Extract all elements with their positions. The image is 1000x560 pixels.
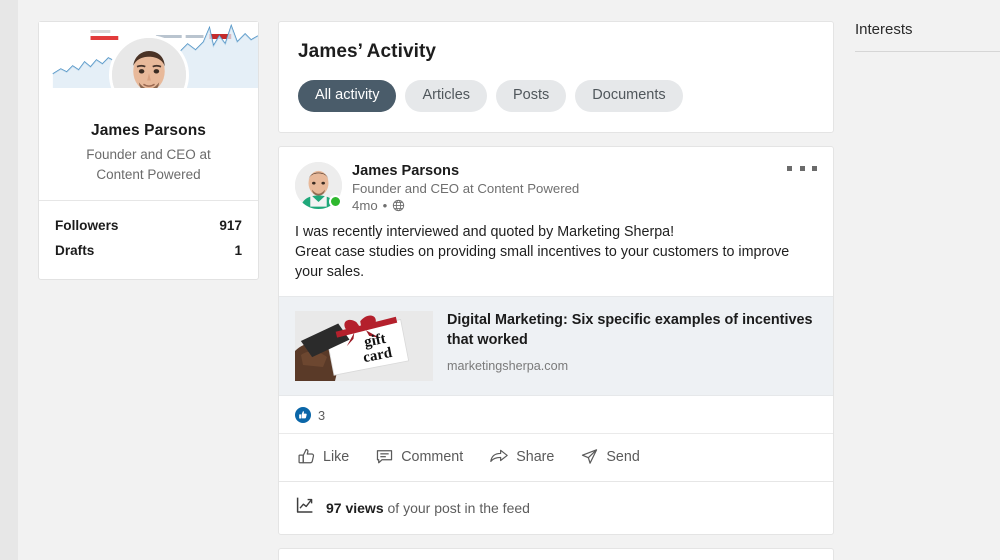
globe-icon	[392, 199, 405, 212]
online-status-indicator	[329, 194, 342, 208]
tab-documents[interactable]: Documents	[575, 80, 683, 112]
profile-card[interactable]: James Parsons Founder and CEO at Content…	[38, 21, 259, 281]
post-author-headline: Founder and CEO at Content Powered	[352, 180, 580, 196]
post-views-bar[interactable]: 97 views of your post in the feed	[279, 481, 833, 534]
send-button-label: Send	[606, 448, 640, 465]
activity-header-card: James’ Activity All activity Articles Po…	[278, 21, 834, 133]
stat-value: 1	[234, 243, 242, 259]
activity-filter-tabs: All activity Articles Posts Documents	[298, 80, 814, 112]
profile-headline-line1: Founder and CEO at	[86, 147, 211, 162]
profile-headline: Founder and CEO at Content Powered	[53, 145, 244, 184]
post-card: James Parsons Founder and CEO at Content…	[278, 145, 834, 536]
stat-value: 917	[219, 218, 242, 234]
link-preview-body: Digital Marketing: Six specific examples…	[433, 297, 833, 395]
post-body: I was recently interviewed and quoted by…	[279, 213, 833, 297]
user-avatar-photo-icon	[111, 38, 186, 88]
thumbs-up-icon	[297, 447, 316, 466]
post-header: James Parsons Founder and CEO at Content…	[279, 147, 833, 213]
stat-row-drafts[interactable]: Drafts 1	[55, 238, 242, 263]
post-body-line1: I was recently interviewed and quoted by…	[295, 223, 675, 240]
share-button[interactable]: Share	[487, 443, 556, 470]
ellipsis-icon-dot	[787, 166, 792, 171]
page-root: James Parsons Founder and CEO at Content…	[0, 0, 1000, 560]
send-paper-plane-icon	[580, 447, 599, 466]
interests-divider	[855, 51, 1000, 52]
stat-label: Drafts	[55, 243, 95, 259]
like-button-label: Like	[323, 448, 350, 465]
ellipsis-icon-dot	[812, 166, 817, 171]
page-title: James’ Activity	[298, 41, 437, 62]
comment-button[interactable]: Comment	[373, 443, 465, 470]
post-author-avatar[interactable]	[295, 161, 342, 209]
link-preview-title: Digital Marketing: Six specific examples…	[447, 312, 813, 348]
post-more-options-button[interactable]	[785, 159, 819, 179]
post-timestamp-row: 4mo •	[352, 198, 579, 213]
stat-label: Followers	[55, 218, 119, 234]
share-button-label: Share	[516, 448, 555, 465]
comment-icon	[375, 447, 394, 466]
post-views-count: 97 views	[326, 499, 384, 516]
post-views-text: 97 views of your post in the feed	[326, 500, 530, 516]
like-button[interactable]: Like	[295, 443, 351, 470]
profile-identity: James Parsons Founder and CEO at Content…	[39, 88, 258, 200]
profile-stats: Followers 917 Drafts 1	[39, 200, 258, 279]
post-body-line2: Great case studies on providing small in…	[295, 243, 790, 281]
post-action-bar: Like Comment Share Send	[279, 433, 833, 481]
post-author-meta: James Parsons Founder and CEO at Content…	[352, 162, 579, 213]
share-arrow-icon	[489, 447, 509, 466]
tab-posts[interactable]: Posts	[496, 80, 567, 112]
link-preview-url: marketingsherpa.com	[447, 358, 569, 373]
profile-name: James Parsons	[90, 122, 207, 139]
analytics-trend-icon	[295, 495, 315, 520]
post-card: James Parsons Founder and CEO at Content…	[278, 548, 834, 560]
stat-row-followers[interactable]: Followers 917	[55, 213, 242, 238]
post-author-name[interactable]: James Parsons	[352, 163, 579, 179]
tab-articles[interactable]: Articles	[405, 80, 488, 112]
post-header: James Parsons Founder and CEO at Content…	[279, 549, 833, 560]
profile-headline-line2: Content Powered	[96, 166, 201, 182]
post-meta-separator: •	[382, 197, 388, 213]
activity-feed-column: James’ Activity All activity Articles Po…	[278, 21, 834, 560]
right-rail: Interests	[855, 21, 1000, 52]
reaction-count: 3	[318, 407, 326, 423]
post-link-preview[interactable]: gift card Digital Marketing: Six specifi…	[279, 296, 833, 397]
tab-all-activity[interactable]: All activity	[298, 80, 397, 112]
post-reactions[interactable]: 3	[279, 396, 833, 433]
ellipsis-icon-dot	[799, 166, 805, 171]
profile-banner	[39, 22, 258, 88]
send-button[interactable]: Send	[578, 443, 641, 470]
post-timestamp: 4mo	[352, 197, 378, 213]
left-edge-gutter	[0, 0, 18, 560]
gift-card-image-icon: gift card	[295, 311, 433, 382]
post-views-suffix: of your post in the feed	[383, 499, 530, 516]
like-reaction-icon	[295, 407, 311, 424]
comment-button-label: Comment	[401, 448, 464, 465]
interests-title: Interests	[855, 21, 913, 38]
